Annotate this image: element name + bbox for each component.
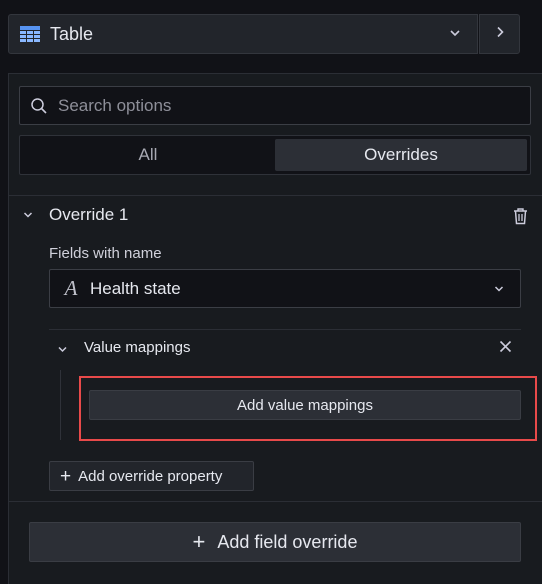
field-name-value: Health state (90, 278, 181, 298)
search-icon (30, 97, 48, 115)
string-type-icon: A (64, 276, 78, 300)
add-override-property-label: Add override property (78, 467, 223, 485)
divider (9, 195, 542, 196)
collapse-panel-button[interactable] (479, 14, 520, 54)
divider (49, 329, 521, 330)
plus-icon: + (60, 465, 72, 487)
add-field-override-label: Add field override (217, 531, 358, 552)
chevron-down-icon[interactable] (21, 208, 35, 222)
field-name-select[interactable]: A Health state (49, 269, 521, 308)
visualization-title: Table (50, 23, 94, 44)
property-title[interactable]: Value mappings (84, 339, 190, 356)
matcher-label: Fields with name (49, 245, 162, 262)
chevron-down-icon[interactable] (56, 343, 69, 356)
plus-icon: + (192, 529, 206, 554)
table-icon (20, 26, 40, 42)
search-input[interactable] (56, 89, 530, 122)
trash-icon[interactable] (512, 207, 529, 225)
options-tabs: All Overrides (19, 135, 531, 175)
add-value-mappings-button[interactable]: Add value mappings (89, 390, 521, 420)
visualization-picker[interactable]: Table (8, 14, 478, 54)
override-title[interactable]: Override 1 (49, 205, 128, 225)
chevron-down-icon (492, 282, 506, 296)
add-field-override-button[interactable]: + Add field override (29, 522, 521, 562)
close-icon[interactable] (498, 339, 513, 354)
chevron-down-icon (447, 25, 463, 41)
add-override-property-button[interactable]: + Add override property (49, 461, 254, 491)
tab-all[interactable]: All (22, 139, 274, 171)
divider (9, 501, 542, 502)
tab-overrides[interactable]: Overrides (275, 139, 527, 171)
property-rail (60, 370, 61, 440)
search-box[interactable] (19, 86, 531, 125)
chevron-right-icon (492, 24, 508, 45)
